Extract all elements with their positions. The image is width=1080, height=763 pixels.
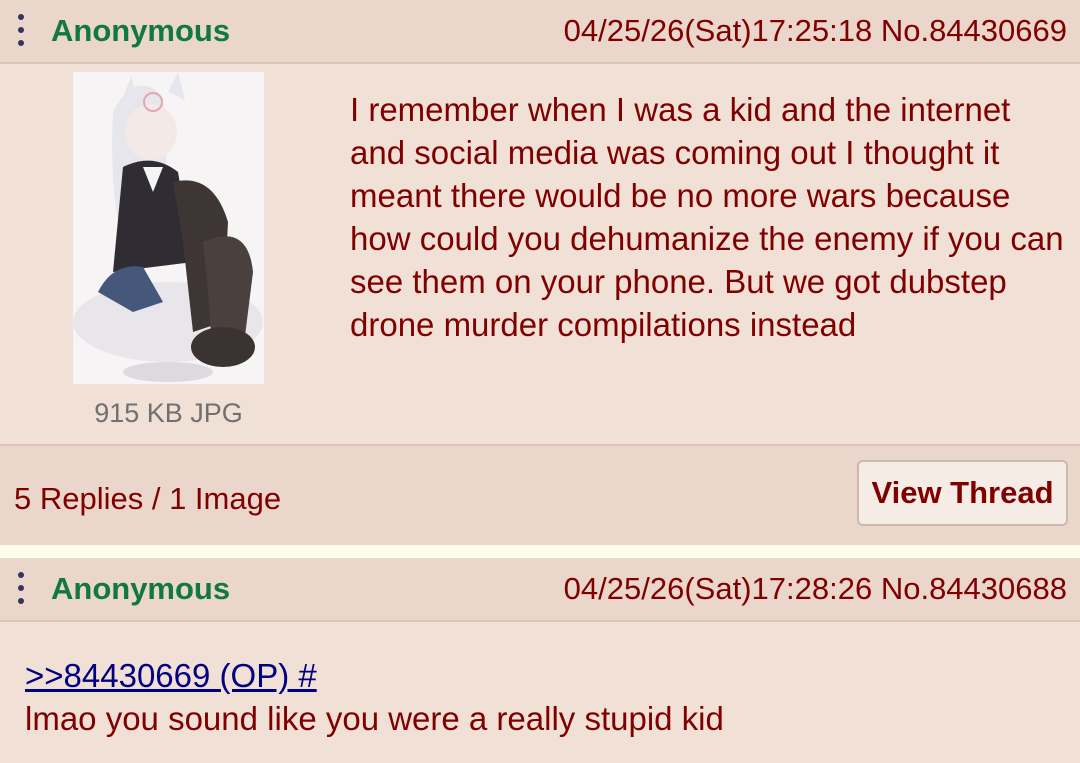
quote-link[interactable]: >>84430669 (OP) # (25, 657, 317, 694)
replies-summary: 5 Replies / 1 Image (14, 481, 282, 516)
view-thread-button[interactable]: View Thread (857, 460, 1068, 526)
reply-text: lmao you sound like you were a really st… (25, 700, 724, 737)
post-meta: 04/25/26(Sat)17:25:18 No.84430669 (564, 13, 1067, 49)
post-image-thumbnail[interactable] (73, 72, 264, 384)
anime-illustration-thumbnail (73, 72, 264, 384)
op-post-footer: 5 Replies / 1 Image View Thread (0, 444, 1080, 545)
reply-post-body: >>84430669 (OP) # lmao you sound like yo… (25, 654, 1065, 740)
reply-post-header: Anonymous 04/25/26(Sat)17:28:26 No.84430… (0, 558, 1080, 622)
poster-name: Anonymous (51, 571, 231, 606)
post-datetime: 04/25/26(Sat)17:28:26 (563, 571, 873, 606)
op-post: Anonymous 04/25/26(Sat)17:25:18 No.84430… (0, 0, 1080, 545)
post-menu-icon[interactable] (14, 572, 28, 606)
op-post-body: I remember when I was a kid and the inte… (350, 91, 1064, 343)
file-info: 915 KB JPG (94, 398, 243, 428)
op-post-header: Anonymous 04/25/26(Sat)17:25:18 No.84430… (0, 0, 1080, 64)
post-number[interactable]: No.84430669 (881, 13, 1067, 48)
poster-name: Anonymous (51, 13, 231, 48)
post-menu-icon[interactable] (14, 14, 28, 48)
reply-post: Anonymous 04/25/26(Sat)17:28:26 No.84430… (0, 558, 1080, 763)
post-meta: 04/25/26(Sat)17:28:26 No.84430688 (564, 571, 1067, 607)
post-number[interactable]: No.84430688 (881, 571, 1067, 606)
post-datetime: 04/25/26(Sat)17:25:18 (563, 13, 873, 48)
